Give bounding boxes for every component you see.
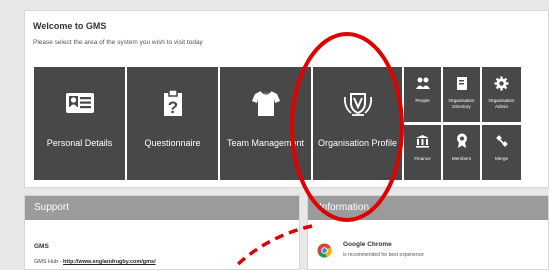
gms-hub-line: GMS Hub - http://www.englandrugby.com/gm… <box>34 259 156 265</box>
tile-label: Questionnaire <box>144 138 201 148</box>
support-header: Support <box>25 196 299 220</box>
book-icon <box>443 75 480 91</box>
gms-hub-link[interactable]: http://www.englandrugby.com/gms/ <box>63 259 156 265</box>
tile-label: People <box>415 98 430 103</box>
tile-personal-details[interactable]: Personal Details <box>34 67 125 180</box>
gms-title: GMS <box>34 243 49 250</box>
chrome-note: is recommended for best experience <box>343 252 424 258</box>
tile-merge[interactable]: Merge <box>482 125 521 180</box>
welcome-subtitle: Please select the area of the system you… <box>33 39 203 46</box>
information-header: Information <box>308 196 548 220</box>
support-title: Support <box>34 202 70 213</box>
information-title: Information <box>319 202 370 213</box>
tile-label: Organisation Admin <box>488 98 515 109</box>
tile-label: Finance <box>414 156 431 161</box>
tile-people[interactable]: People <box>404 67 441 122</box>
gms-hub-prefix: GMS Hub - <box>34 259 64 265</box>
gear-icon <box>482 75 521 91</box>
support-panel: Support GMS GMS Hub - http://www.england… <box>24 195 300 270</box>
tile-label: Members <box>451 156 472 161</box>
tile-organisation-directory[interactable]: Organisation Directory <box>443 67 480 122</box>
rosette-icon <box>443 133 480 149</box>
welcome-title: Welcome to GMS <box>33 21 107 31</box>
tile-label: Organisation Directory <box>448 98 475 109</box>
shield-badge-icon <box>313 89 402 117</box>
welcome-panel: Welcome to GMS Please select the area of… <box>24 10 549 188</box>
id-card-icon <box>34 89 125 117</box>
people-icon <box>404 75 441 91</box>
tile-questionnaire[interactable]: ? Questionnaire <box>127 67 218 180</box>
tile-label: Organisation Profile <box>317 138 398 148</box>
tile-finance[interactable]: Finance <box>404 125 441 180</box>
clipboard-question-icon: ? <box>127 89 218 117</box>
tile-organisation-admin[interactable]: Organisation Admin <box>482 67 521 122</box>
merge-icon <box>482 133 521 149</box>
shirt-icon <box>220 89 311 117</box>
tile-members[interactable]: Members <box>443 125 480 180</box>
tile-label: Merge <box>494 156 509 161</box>
chrome-logo-icon <box>317 243 332 258</box>
tile-label: Personal Details <box>46 138 113 148</box>
tile-team-management[interactable]: Team Management <box>220 67 311 180</box>
chrome-name: Google Chrome <box>343 241 392 248</box>
svg-text:?: ? <box>167 98 177 117</box>
tile-organisation-profile[interactable]: Organisation Profile <box>313 67 402 180</box>
information-panel: Information Google Chrome is recommended… <box>307 195 549 270</box>
tile-label: Team Management <box>226 138 305 148</box>
bank-icon <box>404 133 441 149</box>
